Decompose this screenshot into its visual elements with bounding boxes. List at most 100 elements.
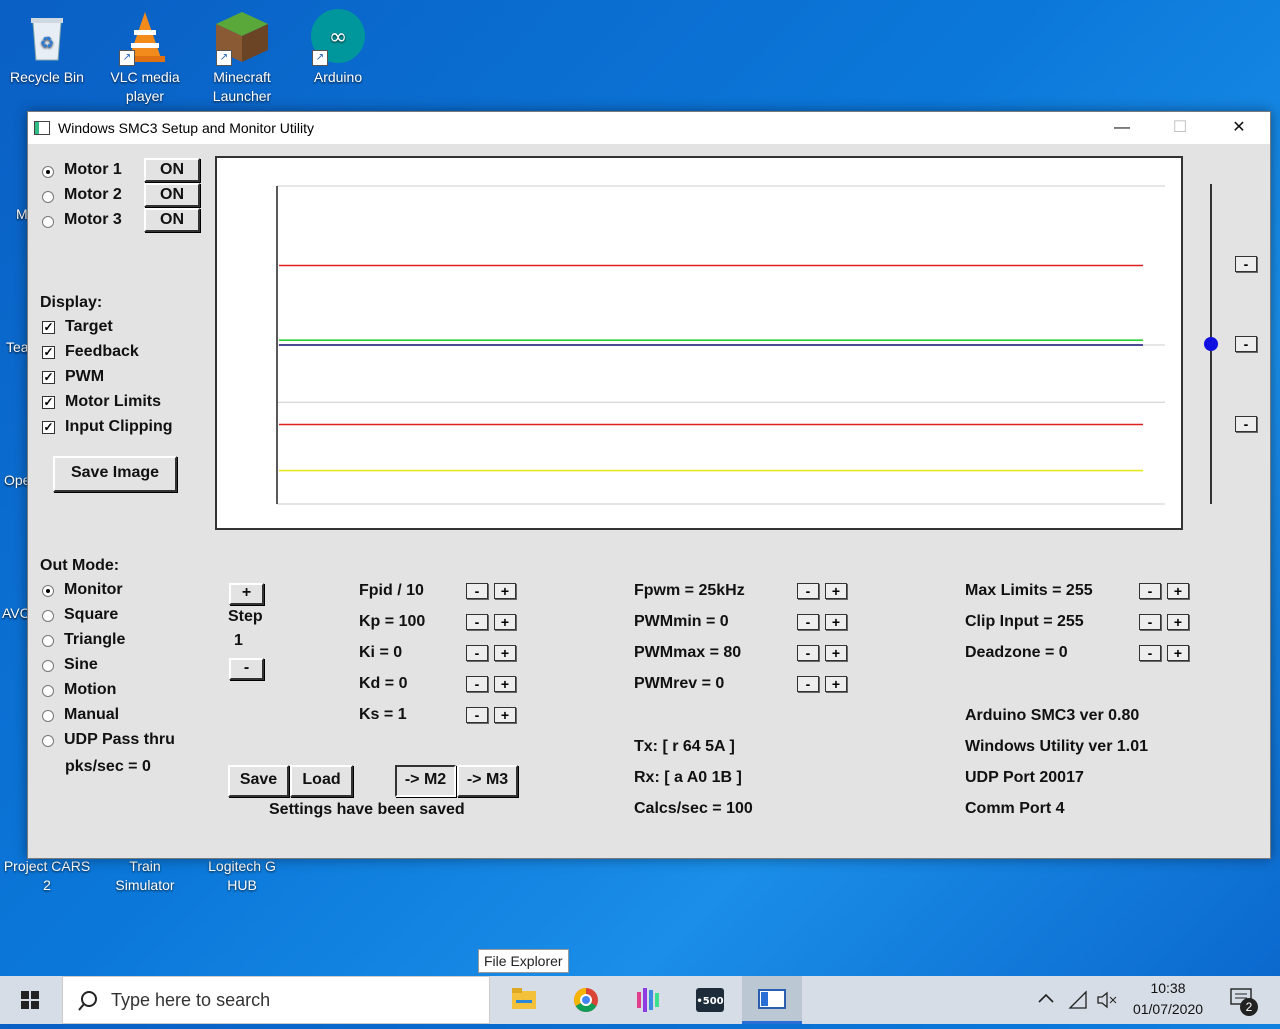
desktop-icon-train-simulator[interactable]: Train Simulator <box>100 857 190 895</box>
chrome-icon <box>573 988 598 1013</box>
start-button[interactable] <box>0 976 60 1024</box>
close-button[interactable]: ✕ <box>1216 112 1262 144</box>
network-icon[interactable] <box>1068 990 1088 1015</box>
ki-label: Ki = 0 <box>359 644 403 661</box>
sine-label: Sine <box>64 656 98 673</box>
show-hidden-icons-button[interactable] <box>1036 989 1056 1014</box>
monitor-label: Monitor <box>64 581 123 598</box>
monitor-radio[interactable] <box>42 585 54 597</box>
fpwm-minus-button[interactable]: - <box>797 583 819 599</box>
motor-limits-checkbox[interactable]: ✓ <box>42 396 55 409</box>
step-minus-button[interactable]: - <box>229 658 264 680</box>
desktop-icon-recycle-bin[interactable]: ♻ Recycle Bin <box>2 8 92 87</box>
action-center-button[interactable]: 2 <box>1224 986 1264 1016</box>
ki-minus-button[interactable]: - <box>466 645 488 661</box>
ks-plus-button[interactable]: + <box>494 707 516 723</box>
side-minus-button-2[interactable]: - <box>1235 336 1257 352</box>
recycle-bin-icon: ♻ <box>19 8 75 64</box>
motor-2-on-button[interactable]: ON <box>144 183 200 207</box>
fpid-minus-button[interactable]: - <box>466 583 488 599</box>
fpid-plus-button[interactable]: + <box>494 583 516 599</box>
taskbar-app-file-explorer[interactable] <box>500 976 548 1024</box>
desktop-icon-label: Project CARS <box>3 858 91 874</box>
out-mode-heading: Out Mode: <box>40 557 120 574</box>
arduino-infinity-icon: ∞ ↗ <box>310 8 366 66</box>
motion-radio[interactable] <box>42 685 54 697</box>
taskbar-search-box[interactable]: Type here to search <box>62 976 490 1024</box>
comm-port: Comm Port 4 <box>965 800 1065 817</box>
kd-minus-button[interactable]: - <box>466 676 488 692</box>
load-button[interactable]: Load <box>290 765 353 797</box>
kd-plus-button[interactable]: + <box>494 676 516 692</box>
input-clipping-checkbox[interactable]: ✓ <box>42 421 55 434</box>
desktop-icon-minecraft[interactable]: ↗ Minecraft Launcher <box>197 8 287 106</box>
pwmrev-minus-button[interactable]: - <box>797 676 819 692</box>
fpwm-plus-button[interactable]: + <box>825 583 847 599</box>
windows-logo-icon <box>21 991 39 1009</box>
pwm-label: PWM <box>65 368 105 385</box>
taskbar-app-500[interactable]: •500 <box>686 976 734 1024</box>
ki-plus-button[interactable]: + <box>494 645 516 661</box>
clip-input-minus-button[interactable]: - <box>1139 614 1161 630</box>
taskbar-app-chrome[interactable] <box>562 976 610 1024</box>
side-minus-button-3[interactable]: - <box>1235 416 1257 432</box>
pwmmin-minus-button[interactable]: - <box>797 614 819 630</box>
desktop-icon-label: VLC media <box>110 69 180 85</box>
copy-to-m2-button[interactable]: -> M2 <box>395 765 456 797</box>
motor-3-on-button[interactable]: ON <box>144 208 200 232</box>
file-explorer-tooltip: File Explorer <box>478 949 569 973</box>
desktop-icon-label: Arduino <box>313 69 363 85</box>
desktop-icon-vlc[interactable]: ↗ VLC media player <box>100 8 190 106</box>
square-radio[interactable] <box>42 610 54 622</box>
save-image-button[interactable]: Save Image <box>53 456 177 492</box>
taskbar-app-smc3[interactable] <box>742 976 802 1024</box>
motor-1-radio[interactable] <box>42 166 54 178</box>
max-limits-plus-button[interactable]: + <box>1167 583 1189 599</box>
svg-text:•500: •500 <box>696 996 723 1007</box>
udp-pass-thru-radio[interactable] <box>42 735 54 747</box>
pwmmax-plus-button[interactable]: + <box>825 645 847 661</box>
max-limits-minus-button[interactable]: - <box>1139 583 1161 599</box>
side-minus-button-1[interactable]: - <box>1235 256 1257 272</box>
clip-input-plus-button[interactable]: + <box>1167 614 1189 630</box>
desktop-icon-label: Launcher <box>212 88 272 104</box>
pwm-checkbox[interactable]: ✓ <box>42 371 55 384</box>
step-plus-button[interactable]: + <box>229 583 264 605</box>
kd-label: Kd = 0 <box>359 675 408 692</box>
manual-radio[interactable] <box>42 710 54 722</box>
square-label: Square <box>64 606 119 623</box>
smc3-window: Windows SMC3 Setup and Monitor Utility —… <box>27 111 1271 859</box>
copy-to-m3-button[interactable]: -> M3 <box>457 765 518 797</box>
target-checkbox[interactable]: ✓ <box>42 321 55 334</box>
triangle-radio[interactable] <box>42 635 54 647</box>
motor-1-label: Motor 1 <box>64 161 122 178</box>
motor-3-radio[interactable] <box>42 216 54 228</box>
kp-minus-button[interactable]: - <box>466 614 488 630</box>
desktop-icon-logitech[interactable]: Logitech G HUB <box>197 857 287 895</box>
search-placeholder: Type here to search <box>111 990 271 1010</box>
save-button[interactable]: Save <box>228 765 289 797</box>
deadzone-plus-button[interactable]: + <box>1167 645 1189 661</box>
motor-2-radio[interactable] <box>42 191 54 203</box>
client-area: Motor 1 ON Motor 2 ON Motor 3 ON Display… <box>28 144 1270 858</box>
clock[interactable]: 10:38 01/07/2020 <box>1122 978 1214 1020</box>
clock-date: 01/07/2020 <box>1132 1001 1204 1017</box>
taskbar-app-bars[interactable] <box>624 976 672 1024</box>
pwmmax-minus-button[interactable]: - <box>797 645 819 661</box>
pwmrev-plus-button[interactable]: + <box>825 676 847 692</box>
pwmmin-plus-button[interactable]: + <box>825 614 847 630</box>
minimize-button[interactable]: — <box>1099 112 1145 144</box>
title-bar[interactable]: Windows SMC3 Setup and Monitor Utility —… <box>28 112 1270 144</box>
max-limits-label: Max Limits = 255 <box>965 582 1093 599</box>
desktop-icon-project-cars[interactable]: Project CARS 2 <box>2 857 92 895</box>
volume-muted-icon[interactable] <box>1096 990 1118 1015</box>
position-slider-thumb[interactable] <box>1204 337 1218 351</box>
desktop-icon-arduino[interactable]: ∞ ↗ Arduino <box>293 8 383 87</box>
ks-minus-button[interactable]: - <box>466 707 488 723</box>
feedback-checkbox[interactable]: ✓ <box>42 346 55 359</box>
maximize-button[interactable]: ☐ <box>1157 112 1203 144</box>
deadzone-minus-button[interactable]: - <box>1139 645 1161 661</box>
kp-plus-button[interactable]: + <box>494 614 516 630</box>
sine-radio[interactable] <box>42 660 54 672</box>
motor-1-on-button[interactable]: ON <box>144 158 200 182</box>
